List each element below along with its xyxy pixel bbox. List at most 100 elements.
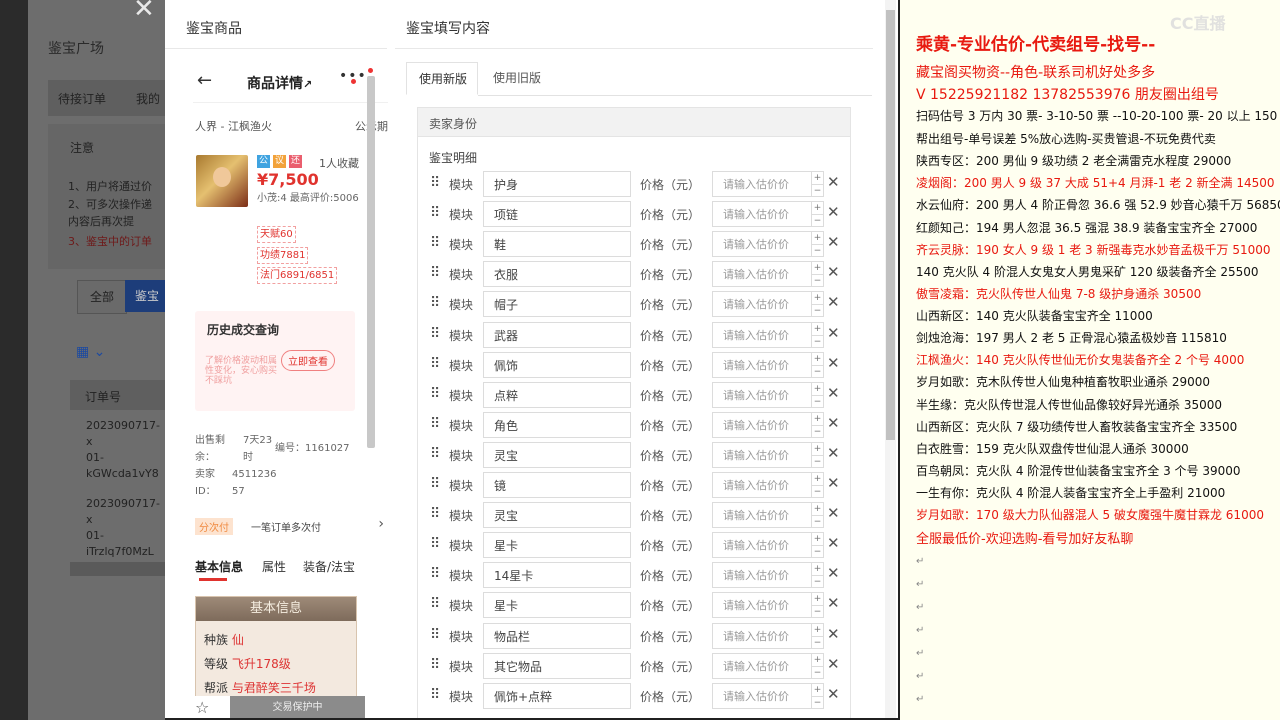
- delete-icon[interactable]: ✕: [827, 625, 840, 643]
- star-icon[interactable]: ☆: [195, 698, 209, 717]
- increment-icon[interactable]: +: [812, 262, 823, 276]
- delete-icon[interactable]: ✕: [827, 293, 840, 311]
- item-name-input[interactable]: 镜: [483, 472, 631, 498]
- delete-icon[interactable]: ✕: [827, 594, 840, 612]
- item-name-input[interactable]: 佩饰: [483, 351, 631, 378]
- item-name-input[interactable]: 14星卡: [483, 562, 631, 589]
- decrement-icon[interactable]: −: [812, 697, 823, 709]
- price-input[interactable]: 请输入估价价: [712, 171, 812, 197]
- price-input[interactable]: 请输入估价价: [712, 502, 812, 529]
- decrement-icon[interactable]: −: [812, 336, 823, 348]
- drag-handle-icon[interactable]: ⠿: [430, 387, 440, 401]
- drag-handle-icon[interactable]: ⠿: [430, 357, 440, 371]
- decrement-icon[interactable]: −: [812, 396, 823, 408]
- item-name-input[interactable]: 物品栏: [483, 622, 631, 649]
- tab-equipment[interactable]: 装备/法宝: [303, 558, 355, 575]
- price-input[interactable]: 请输入估价价: [712, 261, 812, 288]
- decrement-icon[interactable]: −: [812, 185, 823, 197]
- item-name-input[interactable]: 武器: [483, 321, 631, 348]
- decrement-icon[interactable]: −: [812, 215, 823, 227]
- increment-icon[interactable]: +: [812, 503, 823, 517]
- drag-handle-icon[interactable]: ⠿: [430, 537, 440, 551]
- increment-icon[interactable]: +: [812, 413, 823, 426]
- delete-icon[interactable]: ✕: [827, 504, 840, 522]
- preview-scrollbar[interactable]: [367, 76, 375, 448]
- decrement-icon[interactable]: −: [812, 366, 823, 378]
- increment-icon[interactable]: +: [812, 533, 823, 547]
- item-name-input[interactable]: 星卡: [483, 532, 631, 559]
- decrement-icon[interactable]: −: [812, 456, 823, 468]
- filter-all-button[interactable]: 全部: [77, 280, 127, 314]
- price-input[interactable]: 请输入估价价: [712, 231, 812, 258]
- price-input[interactable]: 请输入估价价: [712, 592, 812, 619]
- increment-icon[interactable]: +: [812, 383, 823, 396]
- price-input[interactable]: 请输入估价价: [712, 682, 812, 709]
- tab-old-version[interactable]: 使用旧版: [481, 62, 553, 95]
- increment-icon[interactable]: +: [812, 684, 823, 697]
- table-row[interactable]: 2023090717-x 01- kGWcda1vY8: [86, 418, 165, 482]
- drag-handle-icon[interactable]: ⠿: [430, 176, 440, 190]
- delete-icon[interactable]: ✕: [827, 263, 840, 281]
- price-input[interactable]: 请输入估价价: [712, 201, 812, 228]
- back-arrow-icon[interactable]: ←: [197, 70, 212, 91]
- increment-icon[interactable]: +: [812, 292, 823, 306]
- price-input[interactable]: 请输入估价价: [712, 622, 812, 649]
- close-icon[interactable]: ✕: [133, 0, 155, 24]
- decrement-icon[interactable]: −: [812, 486, 823, 498]
- increment-icon[interactable]: +: [812, 172, 823, 185]
- decrement-icon[interactable]: −: [812, 245, 823, 257]
- drag-handle-icon[interactable]: ⠿: [430, 658, 440, 672]
- item-name-input[interactable]: 点粹: [483, 381, 631, 408]
- delete-icon[interactable]: ✕: [827, 324, 840, 342]
- item-name-input[interactable]: 角色: [483, 411, 631, 438]
- drag-handle-icon[interactable]: ⠿: [430, 628, 440, 642]
- item-name-input[interactable]: 鞋: [483, 231, 631, 258]
- item-name-input[interactable]: 护身: [483, 171, 631, 197]
- decrement-icon[interactable]: −: [812, 305, 823, 317]
- modal-scrollbar[interactable]: [885, 0, 896, 718]
- price-input[interactable]: 请输入估价价: [712, 441, 812, 468]
- grid-view-icon[interactable]: ▦ ⌄: [76, 344, 105, 360]
- delete-icon[interactable]: ✕: [827, 173, 840, 191]
- table-row[interactable]: 2023090717-x 01- iTrzlq7f0MzL: [86, 496, 165, 560]
- delete-icon[interactable]: ✕: [827, 444, 840, 462]
- drag-handle-icon[interactable]: ⠿: [430, 296, 440, 310]
- tab-mine[interactable]: 我的: [136, 90, 160, 107]
- decrement-icon[interactable]: −: [812, 606, 823, 618]
- delete-icon[interactable]: ✕: [827, 534, 840, 552]
- delete-icon[interactable]: ✕: [827, 354, 840, 372]
- increment-icon[interactable]: +: [812, 202, 823, 216]
- drag-handle-icon[interactable]: ⠿: [430, 206, 440, 220]
- price-input[interactable]: 请输入估价价: [712, 291, 812, 318]
- drag-handle-icon[interactable]: ⠿: [430, 567, 440, 581]
- increment-icon[interactable]: +: [812, 624, 823, 637]
- decrement-icon[interactable]: −: [812, 426, 823, 438]
- drag-handle-icon[interactable]: ⠿: [430, 507, 440, 521]
- item-name-input[interactable]: 项链: [483, 201, 631, 228]
- delete-icon[interactable]: ✕: [827, 564, 840, 582]
- decrement-icon[interactable]: −: [812, 546, 823, 558]
- item-name-input[interactable]: 灵宝: [483, 441, 631, 468]
- tab-basic-info[interactable]: 基本信息: [195, 558, 243, 575]
- decrement-icon[interactable]: −: [812, 275, 823, 287]
- decrement-icon[interactable]: −: [812, 637, 823, 649]
- price-input[interactable]: 请输入估价价: [712, 411, 812, 438]
- increment-icon[interactable]: +: [812, 232, 823, 246]
- view-now-button[interactable]: 立即查看: [281, 350, 335, 371]
- increment-icon[interactable]: +: [812, 323, 823, 336]
- delete-icon[interactable]: ✕: [827, 233, 840, 251]
- item-name-input[interactable]: 灵宝: [483, 502, 631, 529]
- price-input[interactable]: 请输入估价价: [712, 532, 812, 559]
- delete-icon[interactable]: ✕: [827, 655, 840, 673]
- drag-handle-icon[interactable]: ⠿: [430, 477, 440, 491]
- delete-icon[interactable]: ✕: [827, 685, 840, 703]
- increment-icon[interactable]: +: [812, 443, 823, 456]
- installment-row[interactable]: 分次付 一笔订单多次付 ›: [193, 515, 388, 539]
- filter-appraisal-button[interactable]: 鉴宝: [125, 280, 165, 312]
- increment-icon[interactable]: +: [812, 563, 823, 577]
- drag-handle-icon[interactable]: ⠿: [430, 597, 440, 611]
- increment-icon[interactable]: +: [812, 353, 823, 366]
- table-horizontal-scrollbar[interactable]: [70, 562, 165, 576]
- drag-handle-icon[interactable]: ⠿: [430, 417, 440, 431]
- modal-scrollbar-thumb[interactable]: [886, 10, 895, 440]
